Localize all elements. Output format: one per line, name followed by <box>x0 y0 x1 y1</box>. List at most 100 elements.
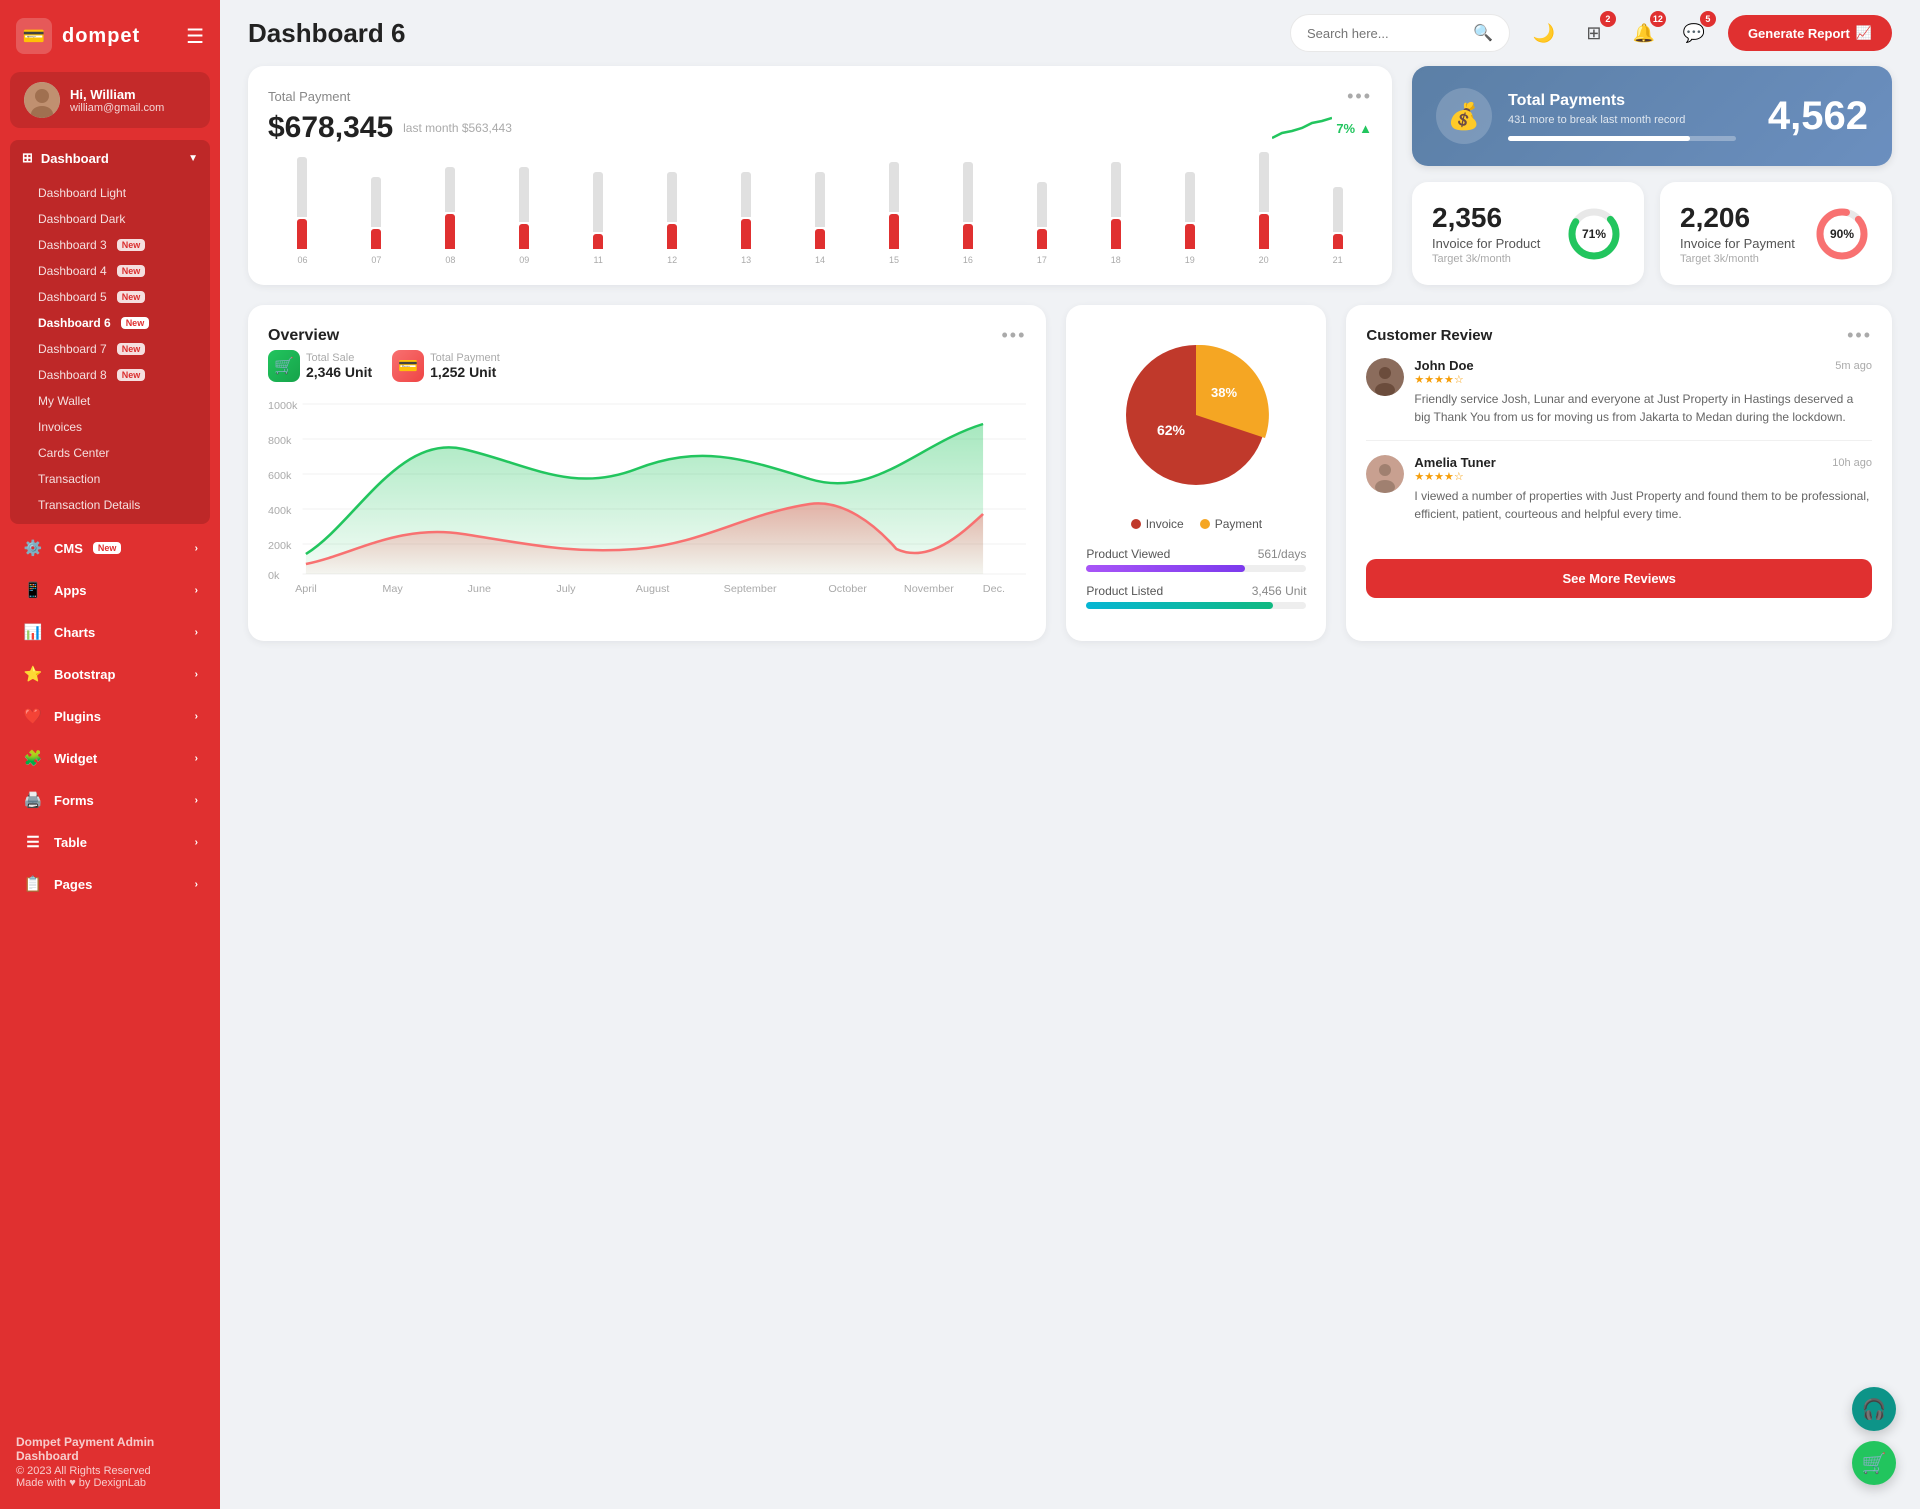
review-name-1: John Doe <box>1414 358 1473 373</box>
cart-floating-button[interactable]: 🛒 <box>1852 1441 1896 1485</box>
bar-x-label: 16 <box>933 255 1002 265</box>
apps-icon: 📱 <box>22 579 44 601</box>
settings-icon: ⚙️ <box>22 537 44 559</box>
pie-chart-svg: 62% 38% <box>1106 325 1286 505</box>
area-chart: 1000k 800k 600k 400k 200k 0k <box>268 394 1026 594</box>
inv-product-donut: 71% <box>1564 204 1624 264</box>
review-meta-1: John Doe 5m ago <box>1414 358 1872 373</box>
invoice-payment-card: 2,206 Invoice for Payment Target 3k/mont… <box>1660 182 1892 285</box>
bar-bottom <box>371 229 381 249</box>
bar-x-label: 19 <box>1155 255 1224 265</box>
item-label: Dashboard Dark <box>38 212 125 226</box>
sidebar-item-transaction-details[interactable]: Transaction Details <box>10 492 210 518</box>
inv-product-row: 2,356 Invoice for Product Target 3k/mont… <box>1432 202 1624 265</box>
bar-column <box>1007 182 1076 249</box>
bar-x-label: 09 <box>490 255 559 265</box>
sidebar-item-charts[interactable]: 📊 Charts › <box>10 612 210 652</box>
see-more-reviews-button[interactable]: See More Reviews <box>1366 559 1872 598</box>
more-options-icon[interactable]: ••• <box>1002 325 1027 346</box>
sidebar-item-plugins[interactable]: ❤️ Plugins › <box>10 696 210 736</box>
sidebar-header: 💳 dompet ☰ <box>0 0 220 72</box>
bar-top <box>741 172 751 217</box>
payment-last-month: last month $563,443 <box>403 121 512 135</box>
search-input[interactable] <box>1307 26 1465 41</box>
sidebar-item-dashboard-8[interactable]: Dashboard 8 New <box>10 362 210 388</box>
bar-column <box>712 172 781 249</box>
sidebar-item-bootstrap[interactable]: ⭐ Bootstrap › <box>10 654 210 694</box>
total-sale-label: Total Sale <box>306 352 372 364</box>
sidebar-item-pages[interactable]: 📋 Pages › <box>10 864 210 904</box>
chevron-right-icon: › <box>195 669 198 680</box>
chevron-down-icon: ▼ <box>188 153 198 164</box>
sidebar-item-forms[interactable]: 🖨️ Forms › <box>10 780 210 820</box>
charts-icon: 📊 <box>22 621 44 643</box>
dashboard-group-header[interactable]: ⊞ Dashboard ▼ <box>10 140 210 176</box>
bar-x-label: 18 <box>1081 255 1150 265</box>
tp-progress-bg <box>1508 136 1736 141</box>
pie-legend-payment: Payment <box>1200 517 1262 531</box>
sidebar-item-dashboard-3[interactable]: Dashboard 3 New <box>10 232 210 258</box>
item-label: Transaction Details <box>38 498 140 512</box>
notifications-button[interactable]: 🔔 12 <box>1626 15 1662 51</box>
product-viewed-label: Product Viewed <box>1086 547 1170 561</box>
sidebar-item-dashboard-light[interactable]: Dashboard Light <box>10 180 210 206</box>
new-badge: New <box>117 369 146 381</box>
theme-toggle-button[interactable]: 🌙 <box>1526 15 1562 51</box>
wallet-icon: 💰 <box>1436 88 1492 144</box>
sidebar-item-cms[interactable]: ⚙️ CMS New › <box>10 528 210 568</box>
bar-top <box>1333 187 1343 232</box>
product-listed-label: Product Listed <box>1086 584 1163 598</box>
inv-payment-number: 2,206 <box>1680 202 1795 234</box>
notifications-badge: 12 <box>1650 11 1666 27</box>
sidebar-item-widget[interactable]: 🧩 Widget › <box>10 738 210 778</box>
bar-bottom <box>1259 214 1269 249</box>
dashboard-nav-group[interactable]: ⊞ Dashboard ▼ Dashboard Light Dashboard … <box>10 140 210 524</box>
inv-payment-label: Invoice for Payment <box>1680 236 1795 251</box>
sidebar-item-apps[interactable]: 📱 Apps › <box>10 570 210 610</box>
invoice-label: Invoice <box>1146 517 1184 531</box>
search-bar[interactable]: 🔍 <box>1290 14 1510 52</box>
sidebar-item-invoices[interactable]: Invoices <box>10 414 210 440</box>
sidebar-item-dashboard-6[interactable]: Dashboard 6 New <box>10 310 210 336</box>
inv-payment-sub: Target 3k/month <box>1680 253 1795 265</box>
generate-report-button[interactable]: Generate Report 📈 <box>1728 15 1892 51</box>
sidebar-item-transaction[interactable]: Transaction <box>10 466 210 492</box>
review-stars-2: ★★★★☆ <box>1414 470 1872 483</box>
apps-grid-icon: ⊞ <box>1586 23 1601 44</box>
item-label: My Wallet <box>38 394 90 408</box>
more-options-icon[interactable]: ••• <box>1847 325 1872 346</box>
footer-made-with: Made with ♥ by DexignLab <box>16 1477 204 1489</box>
invoice-cards-row: 2,356 Invoice for Product Target 3k/mont… <box>1412 182 1892 285</box>
review-meta-2: Amelia Tuner 10h ago <box>1414 455 1872 470</box>
bar-bottom <box>1333 234 1343 249</box>
sidebar-item-my-wallet[interactable]: My Wallet <box>10 388 210 414</box>
svg-text:0k: 0k <box>268 571 280 582</box>
sidebar-item-dashboard-7[interactable]: Dashboard 7 New <box>10 336 210 362</box>
dashboard-submenu: Dashboard Light Dashboard Dark Dashboard… <box>10 176 210 524</box>
bar-bottom <box>741 219 751 249</box>
sidebar-item-table[interactable]: ☰ Table › <box>10 822 210 862</box>
product-listed-bar <box>1086 602 1273 609</box>
sidebar-item-cards-center[interactable]: Cards Center <box>10 440 210 466</box>
more-options-icon[interactable]: ••• <box>1347 86 1372 107</box>
sidebar-item-dashboard-dark[interactable]: Dashboard Dark <box>10 206 210 232</box>
main-content: Dashboard 6 🔍 🌙 ⊞ 2 🔔 12 💬 5 Generate Re… <box>220 0 1920 1509</box>
sidebar-item-dashboard-4[interactable]: Dashboard 4 New <box>10 258 210 284</box>
tp-number: 4,562 <box>1768 94 1868 139</box>
review-stars-1: ★★★★☆ <box>1414 373 1872 386</box>
bar-column <box>490 167 559 249</box>
dashboard-grid-icon: ⊞ <box>22 150 33 166</box>
svg-text:400k: 400k <box>268 506 292 517</box>
bar-top <box>1111 162 1121 217</box>
messages-button[interactable]: 💬 5 <box>1676 15 1712 51</box>
apps-badge: 2 <box>1600 11 1616 27</box>
bar-top <box>371 177 381 227</box>
user-profile[interactable]: Hi, William william@gmail.com <box>10 72 210 128</box>
support-floating-button[interactable]: 🎧 <box>1852 1387 1896 1431</box>
bar-column <box>638 172 707 249</box>
hamburger-icon[interactable]: ☰ <box>186 24 204 49</box>
apps-button[interactable]: ⊞ 2 <box>1576 15 1612 51</box>
bar-bottom <box>963 224 973 249</box>
dashboard-label: Dashboard <box>41 151 109 166</box>
sidebar-item-dashboard-5[interactable]: Dashboard 5 New <box>10 284 210 310</box>
